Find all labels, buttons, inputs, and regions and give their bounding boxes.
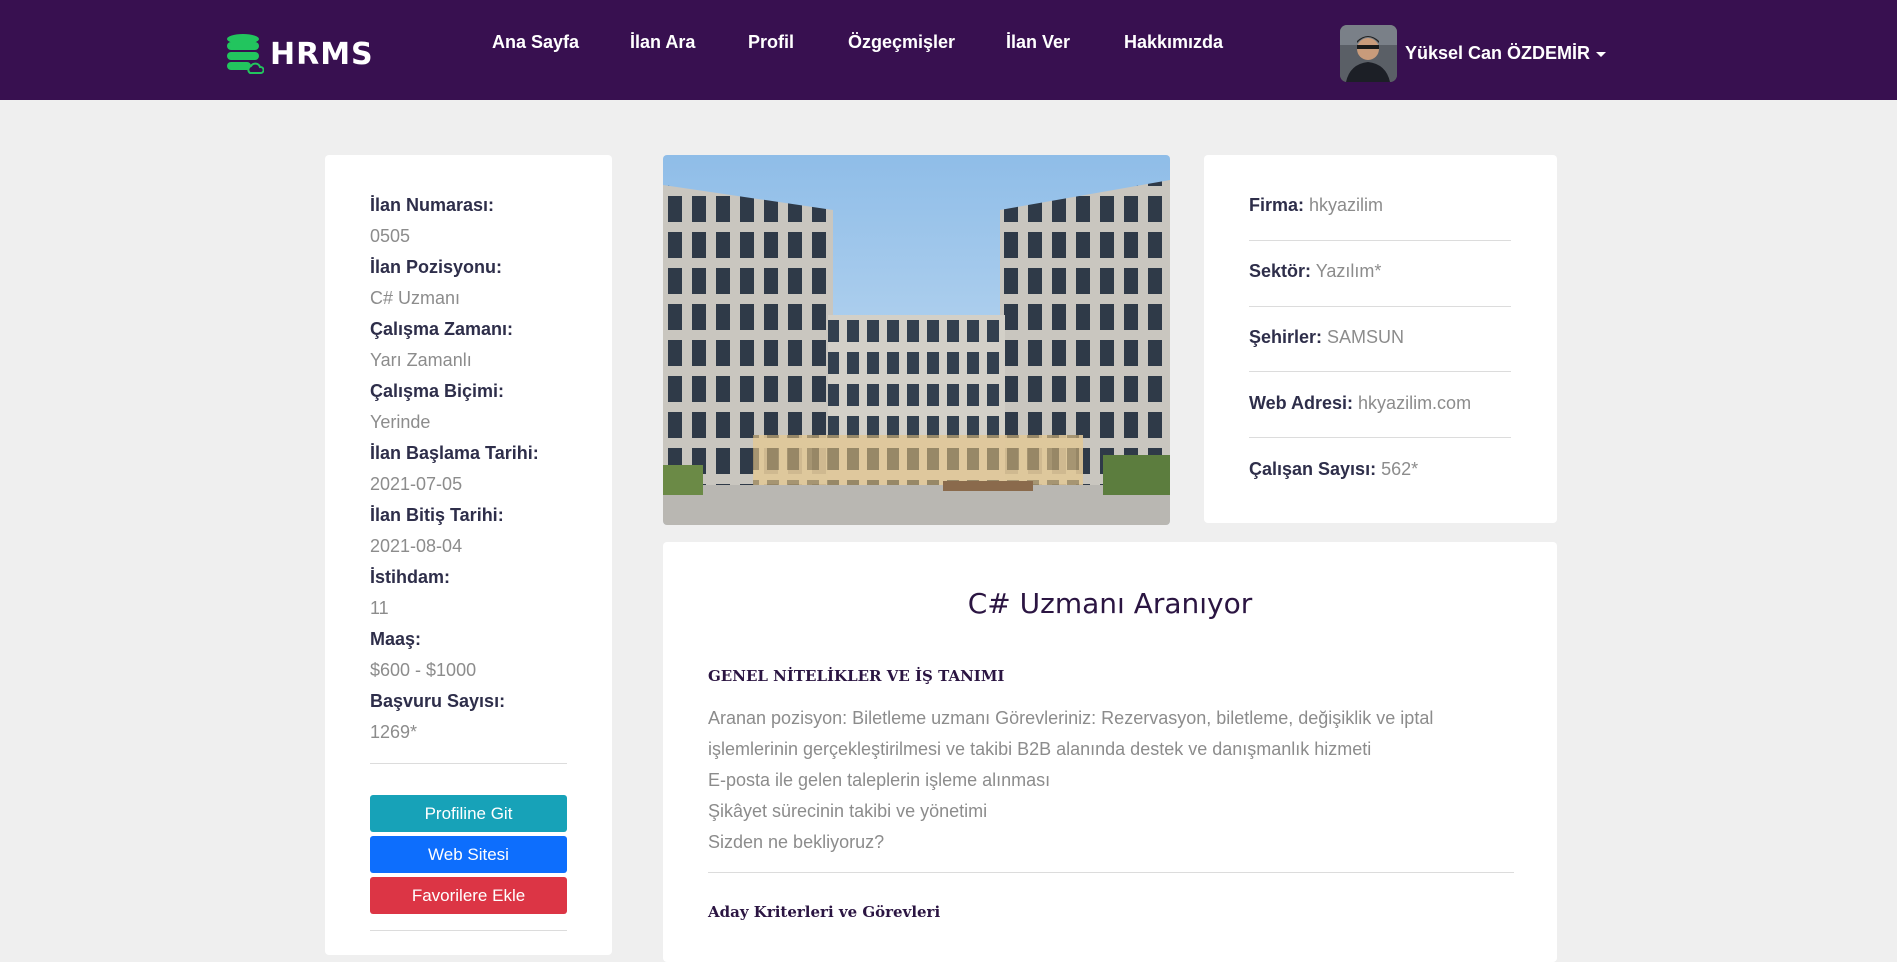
description-line: Aranan pozisyon: Biletleme uzmanı Görevl… — [708, 708, 1434, 728]
detail-label-applications: Başvuru Sayısı: — [370, 691, 506, 711]
detail-label-job-number: İlan Numarası: — [370, 195, 495, 215]
detail-value-job-number: 0505 — [370, 226, 411, 246]
company-sector-value: Yazılım* — [1315, 261, 1382, 281]
company-employees-label: Çalışan Sayısı: — [1249, 459, 1377, 479]
divider — [370, 930, 567, 931]
section-heading-criteria: Aday Kriterleri ve Görevleri — [708, 903, 941, 921]
detail-value-position: C# Uzmanı — [370, 288, 461, 308]
company-cities-row: Şehirler: SAMSUN — [1249, 327, 1511, 348]
company-employees-value: 562* — [1381, 459, 1419, 479]
nav-profile[interactable]: Profil — [748, 32, 794, 53]
logo-text: HRMS — [270, 36, 374, 72]
detail-label-end-date: İlan Bitiş Tarihi: — [370, 505, 504, 525]
detail-value-work-type: Yerinde — [370, 412, 431, 432]
company-website-label: Web Adresi: — [1249, 393, 1354, 413]
company-cities-label: Şehirler: — [1249, 327, 1323, 347]
detail-label-work-time: Çalışma Zamanı: — [370, 319, 514, 339]
detail-label-position: İlan Pozisyonu: — [370, 257, 503, 277]
profile-button[interactable]: Profiline Git — [370, 795, 567, 832]
job-title: C# Uzmanı Aranıyor — [967, 587, 1253, 620]
section-heading-general: GENEL NİTELİKLER VE İŞ TANIMI — [708, 667, 1005, 685]
company-website-row: Web Adresi: hkyazilim.com — [1249, 393, 1511, 414]
caret-down-icon — [1596, 51, 1607, 57]
description-line: işlemlerinin gerçekleştirilmesi ve takib… — [708, 739, 1372, 759]
divider — [370, 763, 567, 764]
company-name-label: Firma: — [1249, 195, 1305, 215]
job-details-card: İlan Numarası: 0505 İlan Pozisyonu: C# U… — [325, 155, 612, 955]
divider — [1249, 240, 1511, 241]
detail-value-applications: 1269* — [370, 722, 418, 742]
logo[interactable]: HRMS — [226, 33, 374, 75]
job-description-card: C# Uzmanı Aranıyor GENEL NİTELİKLER VE İ… — [663, 542, 1557, 962]
detail-label-start-date: İlan Başlama Tarihi: — [370, 443, 539, 463]
description-line: E-posta ile gelen taleplerin işleme alın… — [708, 770, 1051, 790]
detail-label-work-type: Çalışma Biçimi: — [370, 381, 505, 401]
divider — [708, 872, 1514, 873]
job-details-list: İlan Numarası: 0505 İlan Pozisyonu: C# U… — [370, 190, 570, 748]
company-sector-label: Sektör: — [1249, 261, 1312, 281]
company-building-image — [663, 155, 1170, 525]
divider — [1249, 371, 1511, 372]
website-button[interactable]: Web Sitesi — [370, 836, 567, 873]
detail-label-employment: İstihdam: — [370, 567, 451, 587]
detail-value-start-date: 2021-07-05 — [370, 474, 463, 494]
avatar — [1340, 25, 1397, 82]
company-website-value[interactable]: hkyazilim.com — [1358, 393, 1471, 413]
company-cities-value: SAMSUN — [1327, 327, 1405, 347]
company-name-value: hkyazilim — [1309, 195, 1384, 215]
top-navbar: HRMS Ana Sayfa İlan Ara Profil Özgeçmişl… — [0, 0, 1897, 100]
job-description-text: Aranan pozisyon: Biletleme uzmanı Görevl… — [708, 703, 1514, 858]
divider — [1249, 306, 1511, 307]
company-info-card: Firma: hkyazilim Sektör: Yazılım* Şehirl… — [1204, 155, 1557, 523]
add-favorite-button[interactable]: Favorilere Ekle — [370, 877, 567, 914]
nav-post-job[interactable]: İlan Ver — [1006, 32, 1070, 53]
company-employees-row: Çalışan Sayısı: 562* — [1249, 459, 1511, 480]
user-menu[interactable]: Yüksel Can ÖZDEMİR — [1340, 25, 1607, 82]
detail-value-end-date: 2021-08-04 — [370, 536, 463, 556]
nav-about[interactable]: Hakkımızda — [1124, 32, 1223, 53]
nav-resumes[interactable]: Özgeçmişler — [848, 32, 955, 53]
company-name-row: Firma: hkyazilim — [1249, 195, 1511, 216]
description-line: Şikâyet sürecinin takibi ve yönetimi — [708, 801, 988, 821]
detail-value-work-time: Yarı Zamanlı — [370, 350, 472, 370]
company-sector-row: Sektör: Yazılım* — [1249, 261, 1511, 282]
database-cloud-icon — [226, 33, 264, 75]
detail-value-salary: $600 - $1000 — [370, 660, 477, 680]
divider — [1249, 437, 1511, 438]
description-line: Sizden ne bekliyoruz? — [708, 832, 885, 852]
detail-label-salary: Maaş: — [370, 629, 422, 649]
nav-job-search[interactable]: İlan Ara — [630, 32, 695, 53]
nav-home[interactable]: Ana Sayfa — [492, 32, 579, 53]
detail-value-employment: 11 — [370, 598, 389, 618]
user-name[interactable]: Yüksel Can ÖZDEMİR — [1405, 43, 1607, 64]
